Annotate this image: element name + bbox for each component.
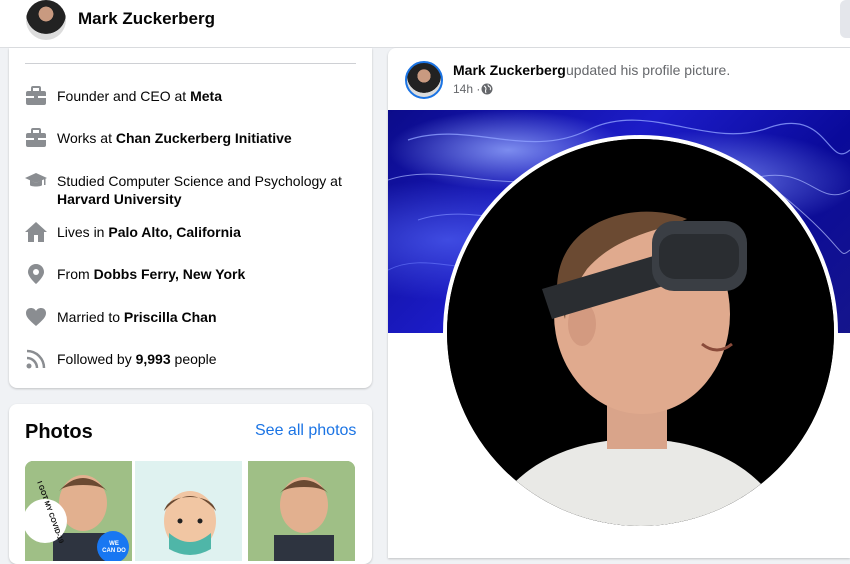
profile-picture[interactable]: [443, 135, 838, 530]
post-action-text: updated his profile picture.: [566, 62, 731, 78]
avatar[interactable]: [405, 61, 443, 99]
avatar-image: [135, 461, 242, 561]
followers-count[interactable]: 9,993: [136, 351, 171, 367]
home-icon: [25, 222, 47, 242]
graduation-cap-icon: [25, 173, 47, 187]
workplace-link[interactable]: Meta: [190, 88, 222, 104]
profile-name[interactable]: Mark Zuckerberg: [78, 9, 215, 29]
briefcase-icon: [26, 86, 46, 105]
post-card: Mark Zuckerberg updated his profile pict…: [387, 48, 850, 558]
hometown-link[interactable]: Dobbs Ferry, New York: [94, 266, 246, 282]
avatar[interactable]: [26, 0, 66, 40]
rss-icon: [26, 349, 46, 369]
photo-thumbnail[interactable]: [248, 461, 355, 561]
intro-item-text: Married to Priscilla Chan: [57, 309, 217, 325]
photo-thumbnail[interactable]: I GOT MY COVID-19 WE CAN DO: [25, 461, 132, 561]
photos-card: Photos See all photos I GOT MY COVID-19 …: [9, 404, 372, 564]
divider: [25, 63, 356, 64]
photo-image: [248, 461, 355, 561]
more-button[interactable]: [840, 0, 850, 38]
location-pin-icon: [28, 264, 44, 284]
spouse-link[interactable]: Priscilla Chan: [124, 309, 217, 325]
profile-top-bar: Mark Zuckerberg: [0, 0, 850, 48]
photo-thumbnail[interactable]: [135, 461, 242, 561]
heart-icon: [26, 308, 46, 326]
briefcase-icon: [26, 128, 46, 147]
intro-item-text: Founder and CEO at Meta: [57, 88, 222, 104]
intro-item-text: Works at Chan Zuckerberg Initiative: [57, 130, 292, 146]
intro-item-text: Followed by 9,993 people: [57, 351, 217, 367]
vr-headset-portrait: [447, 139, 834, 526]
photos-title: Photos: [25, 421, 93, 443]
school-link[interactable]: Harvard University: [57, 191, 182, 207]
city-link[interactable]: Palo Alto, California: [108, 224, 241, 240]
intro-item-text: From Dobbs Ferry, New York: [57, 266, 246, 282]
badge-text: WE CAN DO: [102, 541, 126, 554]
intro-item-text: Lives in Palo Alto, California: [57, 224, 241, 240]
globe-icon: [481, 83, 493, 95]
see-all-photos-link[interactable]: See all photos: [255, 422, 356, 440]
post-timestamp[interactable]: 14h ·: [453, 82, 480, 96]
post-author-name[interactable]: Mark Zuckerberg: [453, 62, 566, 78]
intro-item-text: Studied Computer Science and Psychology …: [57, 173, 342, 207]
workplace-link[interactable]: Chan Zuckerberg Initiative: [116, 130, 292, 146]
intro-card: Founder and CEO at Meta Works at Chan Zu…: [9, 48, 372, 388]
